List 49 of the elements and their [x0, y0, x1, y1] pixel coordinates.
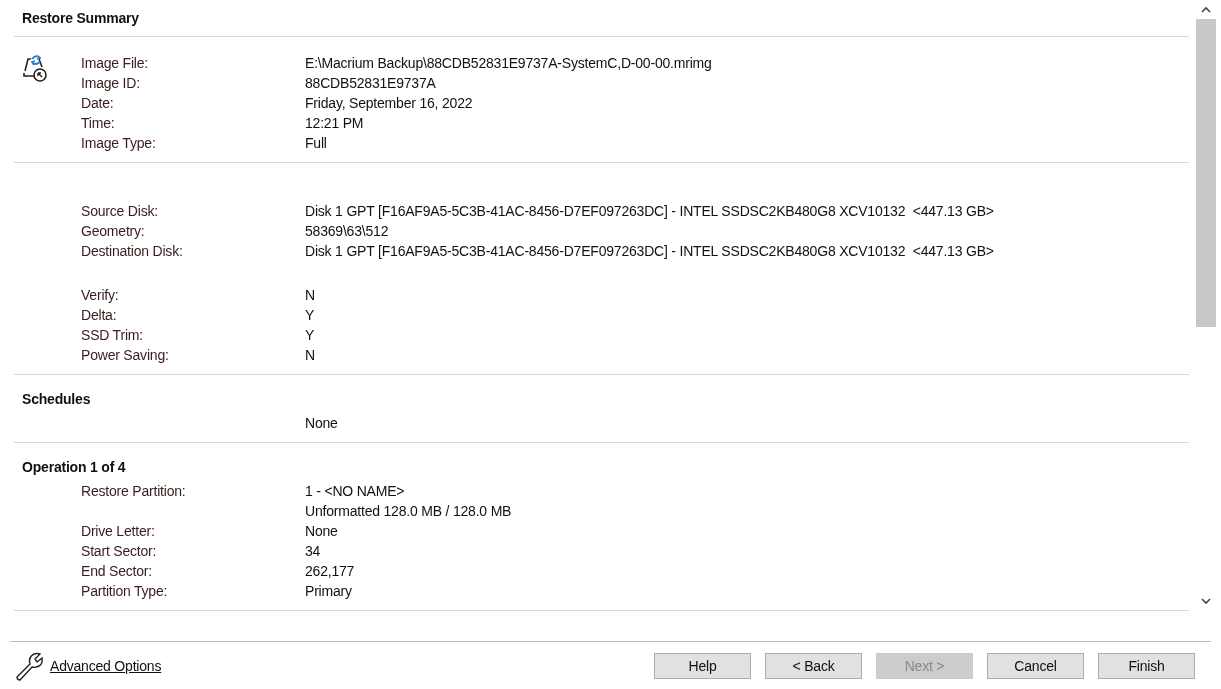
field-value: Primary [305, 582, 352, 601]
field-label: Image Type: [81, 135, 156, 151]
wizard-button[interactable]: Help [654, 652, 751, 679]
field-label: Drive Letter: [81, 523, 155, 539]
scroll-up-icon[interactable] [1201, 6, 1211, 13]
field-label: Verify: [81, 287, 119, 303]
scrollbar-thumb[interactable] [1196, 19, 1216, 327]
field-label: Power Saving: [81, 347, 169, 363]
field-value: 58369\63\512 [305, 222, 389, 241]
field-value: 12:21 PM [305, 114, 364, 133]
field-value: Y [305, 326, 315, 345]
field-value: Disk 1 GPT [F16AF9A5-5C3B-41AC-8456-D7EF097263DC] - INTEL SSDSC2KB480G8 XCV10132 <447.13 GB> [305, 242, 994, 261]
field-value: Disk 1 GPT [F16AF9A5-5C3B-41AC-8456-D7EF097263DC] - INTEL SSDSC2KB480G8 XCV10132 <447.13 GB> [305, 202, 994, 221]
field-value: N [305, 286, 315, 305]
field-value: N [305, 346, 315, 365]
section-heading: Schedules [22, 390, 92, 409]
field-label: End Sector: [81, 563, 152, 579]
field-label: Partition Type: [81, 583, 168, 599]
field-value: Friday, September 16, 2022 [305, 94, 473, 113]
field-label: Source Disk: [81, 203, 158, 219]
field-value: None [305, 414, 338, 433]
field-value: 34 [305, 542, 321, 561]
scroll-down-icon[interactable] [1201, 598, 1211, 605]
field-label: Date: [81, 95, 114, 111]
field-value: 1 - <NO NAME> [305, 482, 406, 501]
field-label: Image File: [81, 55, 149, 71]
wrench-icon [14, 650, 46, 681]
field-label: Time: [81, 115, 115, 131]
field-label: Start Sector: [81, 543, 157, 559]
field-label: Delta: [81, 307, 117, 323]
field-value: Y [305, 306, 315, 325]
advanced-options-link[interactable]: Advanced Options [50, 655, 162, 676]
field-label: SSD Trim: [81, 327, 143, 343]
field-value: 262,177 [305, 562, 355, 581]
wizard-button[interactable]: Cancel [987, 652, 1084, 679]
field-value: Full [305, 134, 327, 153]
field-value: 88CDB52831E9737A [305, 74, 436, 93]
disk-restore-icon [22, 53, 48, 83]
field-value: None [305, 522, 338, 541]
field-label: Destination Disk: [81, 243, 183, 259]
field-label: Image ID: [81, 75, 140, 91]
summary-title: Restore Summary [22, 9, 139, 28]
section-heading: Operation 1 of 4 [22, 458, 127, 477]
field-value: E:\Macrium Backup\88CDB52831E9737A-SystemC,D-00-00.mrimg [305, 54, 712, 73]
field-value: Unformatted 128.0 MB / 128.0 MB [305, 502, 512, 521]
wizard-button[interactable]: Finish [1098, 652, 1195, 679]
field-label: Restore Partition: [81, 483, 186, 499]
wizard-button[interactable]: < Back [765, 652, 862, 679]
field-label: Geometry: [81, 223, 145, 239]
